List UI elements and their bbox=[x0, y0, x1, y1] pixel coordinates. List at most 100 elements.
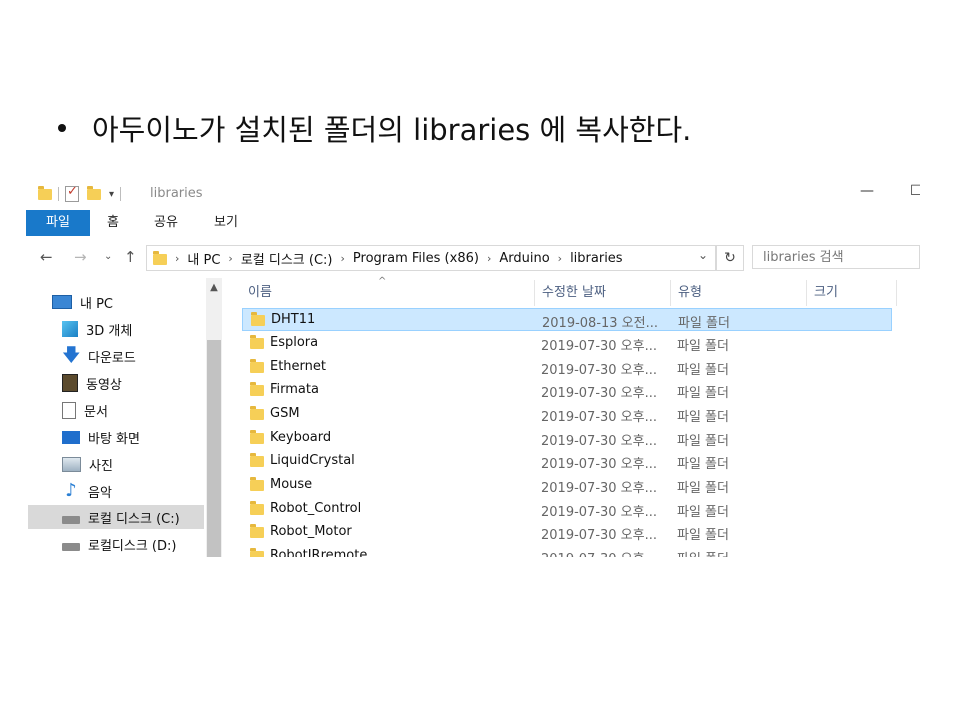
maximize-button[interactable]: ☐ bbox=[910, 183, 920, 199]
file-row[interactable]: Keyboard 2019-07-30 오후... 파일 폴더 bbox=[242, 427, 892, 450]
file-row[interactable]: Firmata 2019-07-30 오후... 파일 폴더 bbox=[242, 379, 892, 402]
back-arrow-icon[interactable]: ← bbox=[40, 248, 53, 266]
monitor-icon bbox=[52, 295, 72, 309]
column-header-type[interactable]: 유형 bbox=[678, 278, 702, 304]
file-date: 2019-07-30 오후... bbox=[541, 410, 657, 425]
sidebar-item-label: 사진 bbox=[89, 458, 113, 474]
refresh-icon[interactable]: ↻ bbox=[716, 245, 744, 271]
sidebar-item-documents[interactable]: 문서 bbox=[62, 398, 108, 422]
file-row[interactable]: Robot_Control 2019-07-30 오후... 파일 폴더 bbox=[242, 498, 892, 521]
breadcrumb-chevron-icon[interactable]: › bbox=[558, 252, 562, 265]
file-date: 2019-07-30 오후... bbox=[541, 386, 657, 401]
tab-view[interactable]: 보기 bbox=[206, 210, 246, 236]
file-date: 2019-08-13 오전... bbox=[542, 316, 658, 331]
breadcrumb-arduino[interactable]: Arduino bbox=[499, 251, 549, 266]
file-row[interactable]: Mouse 2019-07-30 오후... 파일 폴더 bbox=[242, 474, 892, 497]
sidebar-scrollbar[interactable]: ▲ bbox=[206, 278, 222, 557]
address-bar[interactable]: › 내 PC › 로컬 디스크 (C:) › Program Files (x8… bbox=[146, 245, 716, 271]
file-row[interactable]: GSM 2019-07-30 오후... 파일 폴더 bbox=[242, 403, 892, 426]
minimize-button[interactable]: — bbox=[860, 183, 874, 199]
toolbar-divider bbox=[58, 187, 59, 201]
column-divider[interactable] bbox=[896, 280, 897, 306]
file-type: 파일 폴더 bbox=[677, 548, 729, 557]
drive-icon bbox=[62, 516, 80, 524]
sidebar-item-pictures[interactable]: 사진 bbox=[62, 452, 113, 476]
scroll-up-arrow-icon[interactable]: ▲ bbox=[206, 282, 222, 293]
sidebar-item-local-disk-d[interactable]: 로컬디스크 (D:) bbox=[62, 532, 176, 556]
file-row[interactable]: Esplora 2019-07-30 오후... 파일 폴더 bbox=[242, 332, 892, 355]
file-type: 파일 폴더 bbox=[677, 410, 729, 425]
file-name: Ethernet bbox=[270, 359, 326, 374]
address-row: ← → ⌄ ↑ › 내 PC › 로컬 디스크 (C:) › Program F… bbox=[26, 244, 920, 272]
file-date: 2019-07-30 오후... bbox=[541, 548, 657, 557]
file-row[interactable]: Ethernet 2019-07-30 오후... 파일 폴더 bbox=[242, 356, 892, 379]
file-row[interactable]: RobotIRremote 2019-07-30 오후... 파일 폴더 bbox=[242, 545, 892, 557]
folder-icon[interactable] bbox=[38, 185, 52, 200]
file-date: 2019-07-30 오후... bbox=[541, 528, 657, 543]
title-bar: ▾ libraries — ☐ bbox=[26, 178, 920, 210]
file-type: 파일 폴더 bbox=[677, 481, 729, 496]
breadcrumb-libraries[interactable]: libraries bbox=[570, 251, 623, 266]
scrollbar-thumb[interactable] bbox=[207, 340, 221, 557]
breadcrumb-chevron-icon[interactable]: › bbox=[487, 252, 491, 265]
file-row[interactable]: LiquidCrystal 2019-07-30 오후... 파일 폴더 bbox=[242, 450, 892, 473]
sidebar-item-label: 내 PC bbox=[80, 296, 114, 312]
forward-arrow-icon[interactable]: → bbox=[74, 248, 87, 266]
folder-icon bbox=[250, 501, 264, 515]
sidebar-item-label: 다운로드 bbox=[88, 350, 136, 366]
sidebar-item-videos[interactable]: 동영상 bbox=[62, 371, 122, 395]
navigation-pane: 내 PC 3D 개체 🡇 다운로드 동영상 문서 바탕 화면 사진 ♪ 음악 로… bbox=[26, 278, 222, 557]
sidebar-item-label: 로컬디스크 (D:) bbox=[88, 538, 177, 554]
recent-locations-chevron-icon[interactable]: ⌄ bbox=[104, 251, 112, 262]
sidebar-item-label: 문서 bbox=[84, 404, 108, 420]
tab-home[interactable]: 홈 bbox=[98, 210, 128, 236]
properties-check-icon[interactable] bbox=[65, 184, 79, 202]
up-arrow-icon[interactable]: ↑ bbox=[124, 248, 137, 266]
column-divider[interactable] bbox=[534, 280, 535, 306]
column-divider[interactable] bbox=[806, 280, 807, 306]
window-title: libraries bbox=[150, 186, 203, 201]
new-folder-icon[interactable] bbox=[87, 185, 101, 200]
breadcrumb-chevron-icon[interactable]: › bbox=[228, 252, 232, 265]
column-header-name[interactable]: 이름 bbox=[248, 278, 272, 304]
file-type: 파일 폴더 bbox=[677, 386, 729, 401]
file-date: 2019-07-30 오후... bbox=[541, 457, 657, 472]
sidebar-item-desktop[interactable]: 바탕 화면 bbox=[62, 425, 140, 449]
sidebar-item-downloads[interactable]: 🡇 다운로드 bbox=[62, 344, 136, 368]
sidebar-item-music[interactable]: ♪ 음악 bbox=[62, 479, 112, 503]
breadcrumb-this-pc[interactable]: 내 PC bbox=[187, 249, 220, 268]
search-input[interactable]: libraries 검색 bbox=[752, 245, 920, 269]
folder-icon bbox=[251, 312, 265, 326]
folder-icon bbox=[250, 548, 264, 557]
sidebar-item-this-pc[interactable]: 내 PC bbox=[52, 290, 113, 314]
column-divider[interactable] bbox=[670, 280, 671, 306]
breadcrumb-program-files[interactable]: Program Files (x86) bbox=[353, 251, 479, 266]
column-header-date-modified[interactable]: 수정한 날짜 bbox=[542, 278, 606, 304]
tab-share[interactable]: 공유 bbox=[146, 210, 186, 236]
file-name: GSM bbox=[270, 406, 300, 421]
customize-toolbar-dropdown-icon[interactable]: ▾ bbox=[109, 189, 114, 200]
file-name: Robot_Control bbox=[270, 501, 362, 516]
file-name: LiquidCrystal bbox=[270, 453, 355, 468]
breadcrumb-chevron-icon[interactable]: › bbox=[341, 252, 345, 265]
folder-icon bbox=[153, 251, 167, 265]
address-dropdown-icon[interactable]: ⌄ bbox=[698, 248, 708, 262]
download-arrow-icon: 🡇 bbox=[62, 345, 81, 366]
folder-icon bbox=[250, 453, 264, 467]
breadcrumb-local-disk-c[interactable]: 로컬 디스크 (C:) bbox=[241, 249, 333, 268]
sidebar-item-local-disk-c[interactable]: 로컬 디스크 (C:) bbox=[28, 505, 204, 529]
file-type: 파일 폴더 bbox=[677, 505, 729, 520]
file-date: 2019-07-30 오후... bbox=[541, 339, 657, 354]
file-row[interactable]: DHT11 2019-08-13 오전... 파일 폴더 bbox=[242, 308, 892, 331]
file-type: 파일 폴더 bbox=[677, 434, 729, 449]
sidebar-item-3d-objects[interactable]: 3D 개체 bbox=[62, 317, 132, 341]
file-row[interactable]: Robot_Motor 2019-07-30 오후... 파일 폴더 bbox=[242, 521, 892, 544]
file-name: Firmata bbox=[270, 382, 319, 397]
sidebar-item-label: 음악 bbox=[88, 485, 112, 501]
tab-file[interactable]: 파일 bbox=[26, 210, 90, 236]
file-name: Robot_Motor bbox=[270, 524, 352, 539]
breadcrumb-chevron-icon[interactable]: › bbox=[175, 252, 179, 265]
bullet-dot bbox=[58, 124, 66, 132]
column-header-size[interactable]: 크기 bbox=[814, 278, 838, 304]
video-icon bbox=[62, 374, 78, 392]
